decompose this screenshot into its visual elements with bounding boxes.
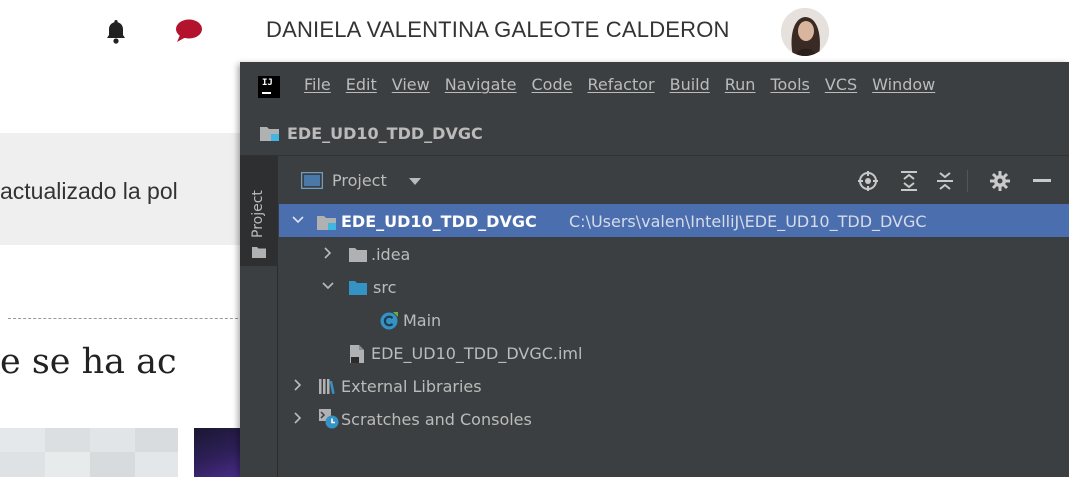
breadcrumb: EDE_UD10_TDD_DVGC bbox=[240, 112, 1069, 156]
menu-window[interactable]: Window bbox=[872, 75, 935, 94]
minimize-icon[interactable] bbox=[1033, 179, 1051, 183]
menu-tools[interactable]: Tools bbox=[770, 75, 809, 94]
tree-row-src[interactable]: src bbox=[279, 270, 1069, 303]
breadcrumb-project[interactable]: EDE_UD10_TDD_DVGC bbox=[287, 124, 483, 143]
tree-root-name: EDE_UD10_TDD_DVGC bbox=[341, 212, 537, 231]
avatar[interactable] bbox=[781, 8, 829, 56]
tree-src-label: src bbox=[373, 278, 397, 297]
bell-icon[interactable] bbox=[104, 18, 128, 44]
tree-scratches-label: Scratches and Consoles bbox=[341, 410, 532, 429]
menu-refactor[interactable]: Refactor bbox=[587, 75, 654, 94]
thumbnail-image-dark[interactable] bbox=[194, 428, 242, 477]
project-view-selector[interactable]: Project bbox=[332, 171, 387, 190]
web-header: DANIELA VALENTINA GALEOTE CALDERON bbox=[0, 0, 1069, 62]
chevron-down-icon[interactable] bbox=[291, 213, 305, 227]
menu-file[interactable]: File bbox=[304, 75, 331, 94]
tree-row-idea[interactable]: .idea bbox=[279, 237, 1069, 270]
chevron-down-icon[interactable] bbox=[321, 279, 335, 293]
intellij-logo-mark: IJ bbox=[262, 78, 273, 88]
gear-icon[interactable] bbox=[989, 170, 1011, 192]
tree-row-external-libraries[interactable]: External Libraries bbox=[279, 369, 1069, 402]
menu-bar: IJ File Edit View Navigate Code Refactor… bbox=[240, 62, 1069, 112]
tree-root-path: C:\Users\valen\IntelliJ\EDE_UD10_TDD_DVG… bbox=[569, 212, 927, 231]
thumbnail-image[interactable] bbox=[0, 428, 178, 477]
divider bbox=[8, 318, 248, 319]
avatar-photo bbox=[781, 8, 829, 56]
project-tool-tab[interactable]: Project bbox=[240, 156, 278, 266]
expand-all-icon[interactable] bbox=[899, 170, 919, 192]
tree-row-root[interactable]: EDE_UD10_TDD_DVGC C:\Users\valen\Intelli… bbox=[279, 204, 1069, 237]
page-heading: e se ha ac bbox=[0, 342, 177, 382]
user-name[interactable]: DANIELA VALENTINA GALEOTE CALDERON bbox=[266, 17, 730, 43]
tree-external-libraries-label: External Libraries bbox=[341, 377, 482, 396]
crosshair-icon[interactable] bbox=[857, 170, 879, 192]
project-panel-header: Project bbox=[279, 158, 1069, 204]
module-file-icon bbox=[350, 345, 364, 363]
source-folder-icon bbox=[349, 281, 367, 295]
notice-text: actualizado la pol bbox=[0, 178, 178, 204]
chevron-right-icon[interactable] bbox=[321, 246, 335, 260]
library-icon bbox=[319, 379, 335, 394]
scratches-icon bbox=[319, 409, 339, 429]
intellij-window: IJ File Edit View Navigate Code Refactor… bbox=[240, 62, 1069, 477]
menu-edit[interactable]: Edit bbox=[346, 75, 377, 94]
toolbar-divider bbox=[967, 170, 968, 192]
intellij-logo-icon[interactable]: IJ bbox=[258, 76, 280, 98]
menu-code[interactable]: Code bbox=[532, 75, 573, 94]
project-window-icon bbox=[301, 172, 323, 189]
menu-vcs[interactable]: VCS bbox=[825, 75, 857, 94]
chevron-right-icon[interactable] bbox=[291, 411, 305, 425]
tree-main-label: Main bbox=[403, 311, 442, 330]
folder-icon bbox=[349, 248, 367, 262]
menu-items: File Edit View Navigate Code Refactor Bu… bbox=[304, 75, 950, 94]
tree-idea-label: .idea bbox=[371, 245, 411, 264]
menu-view[interactable]: View bbox=[392, 75, 430, 94]
collapse-all-icon[interactable] bbox=[935, 170, 955, 192]
tool-window-strip: Project bbox=[240, 156, 278, 477]
chevron-right-icon[interactable] bbox=[291, 378, 305, 392]
menu-navigate[interactable]: Navigate bbox=[445, 75, 517, 94]
chat-bubble-icon[interactable] bbox=[174, 18, 204, 44]
tree-row-iml[interactable]: EDE_UD10_TDD_DVGC.iml bbox=[279, 336, 1069, 369]
project-tree: EDE_UD10_TDD_DVGC C:\Users\valen\Intelli… bbox=[279, 204, 1069, 477]
tree-iml-label: EDE_UD10_TDD_DVGC.iml bbox=[371, 344, 583, 363]
project-tool-tab-label: Project bbox=[250, 190, 266, 238]
menu-build[interactable]: Build bbox=[670, 75, 710, 94]
module-folder-icon bbox=[260, 127, 279, 141]
menu-run[interactable]: Run bbox=[725, 75, 756, 94]
folder-icon bbox=[252, 247, 266, 258]
tree-row-main[interactable]: Main bbox=[279, 303, 1069, 336]
tree-row-scratches[interactable]: Scratches and Consoles bbox=[279, 402, 1069, 435]
java-class-icon bbox=[380, 312, 398, 330]
caret-down-icon[interactable] bbox=[409, 178, 421, 186]
module-folder-icon bbox=[317, 216, 336, 230]
